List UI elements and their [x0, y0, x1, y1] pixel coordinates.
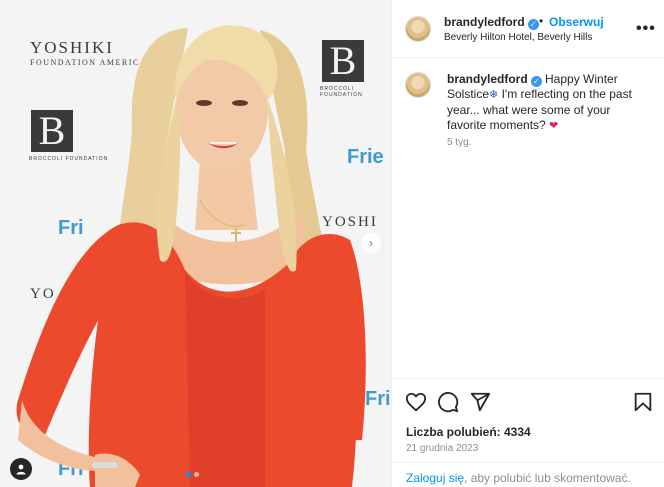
location-link[interactable]: Beverly Hilton Hotel, Beverly Hills [444, 32, 592, 43]
chevron-right-icon: › [369, 236, 373, 250]
more-options-icon[interactable]: ••• [636, 20, 656, 38]
next-photo-button[interactable]: › [361, 233, 381, 253]
caption-time[interactable]: 5 tyg. [447, 137, 471, 148]
login-prompt-text: , aby polubić lub skomentować. [464, 471, 631, 485]
header-username-text[interactable]: brandyledford [444, 15, 525, 29]
header-username[interactable]: brandyledford ✓ [444, 15, 539, 30]
post-side-panel: brandyledford ✓ • Obserwuj Beverly Hilton… [391, 0, 664, 487]
login-link[interactable]: Zaloguj się [406, 471, 464, 485]
woman-figure [16, 25, 366, 487]
comment-bubble-icon[interactable] [437, 391, 459, 413]
red-heart-icon: ❤ [549, 120, 559, 132]
follow-button[interactable]: Obserwuj [549, 15, 604, 29]
user-tag-button[interactable] [10, 458, 32, 480]
user-tag-icon [16, 464, 26, 475]
verified-badge-icon: ✓ [527, 19, 539, 30]
caption-username[interactable]: brandyledford [447, 72, 528, 86]
caption-verified-badge-icon: ✓ [530, 76, 542, 87]
caption-avatar[interactable] [405, 72, 431, 98]
post-caption: brandyledford ✓ Happy Winter Solstice❄ I'… [447, 72, 652, 134]
carousel-dot-active [186, 472, 191, 477]
bookmark-icon[interactable] [632, 391, 654, 413]
post-photo[interactable]: YOSHIKI FOUNDATION AMERICA B BROCCOLI FO… [0, 0, 391, 487]
instagram-post-view: YOSHIKI FOUNDATION AMERICA B BROCCOLI FO… [0, 0, 664, 487]
avatar[interactable] [405, 16, 431, 42]
heart-outline-icon[interactable] [405, 391, 427, 413]
snowflake-icon: ❄ [489, 89, 499, 101]
header-separator: • [539, 14, 544, 28]
carousel-dot [194, 472, 199, 477]
carousel-indicator [186, 472, 199, 477]
login-prompt: Zaloguj się, aby polubić lub skomentować… [406, 471, 631, 485]
post-header: brandyledford ✓ • Obserwuj Beverly Hilton… [392, 0, 664, 58]
likes-count[interactable]: Liczba polubień: 4334 [406, 425, 531, 439]
paper-plane-icon[interactable] [469, 391, 491, 413]
post-date[interactable]: 21 grudnia 2023 [406, 443, 478, 454]
